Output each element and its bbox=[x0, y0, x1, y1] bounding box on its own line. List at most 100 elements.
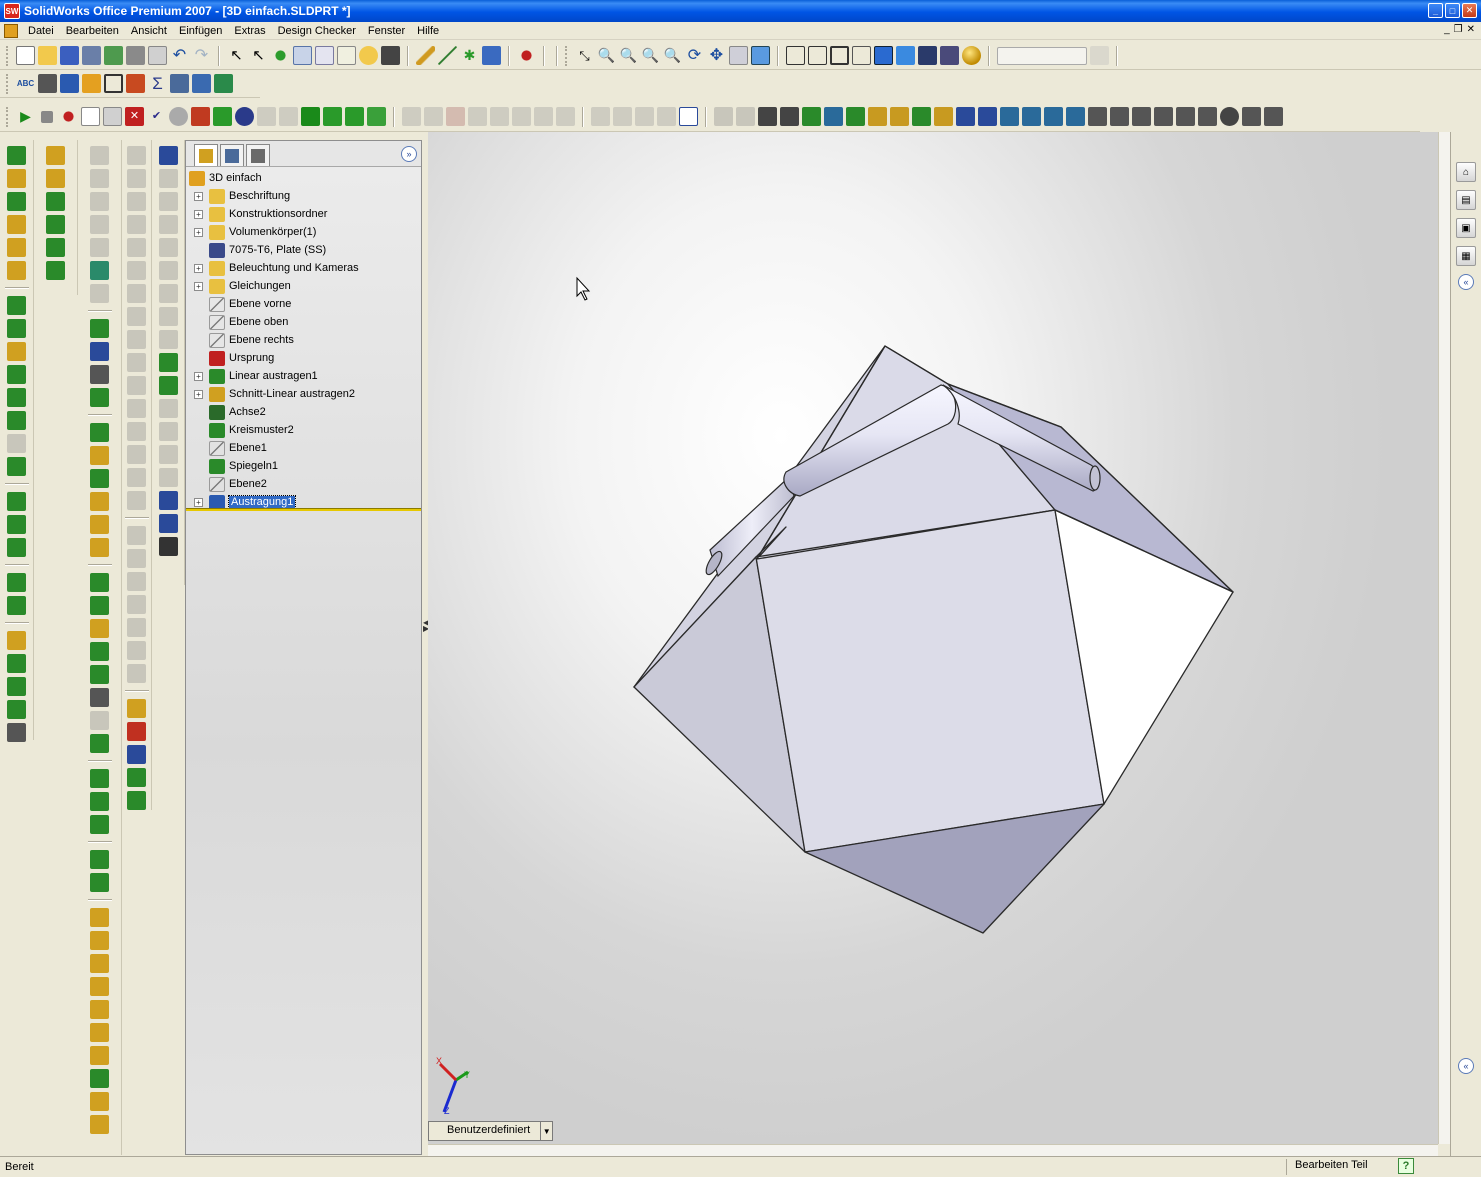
expand-plus-icon[interactable]: + bbox=[194, 263, 203, 273]
section-properties-icon[interactable] bbox=[82, 74, 101, 93]
draft-2-icon[interactable] bbox=[90, 734, 109, 753]
rotate-view-icon[interactable]: ⟳ bbox=[685, 46, 704, 65]
file-explorer-icon[interactable]: ▣ bbox=[1456, 218, 1476, 238]
tree-root[interactable]: 3D einfach bbox=[186, 169, 421, 187]
fillet-2-icon[interactable] bbox=[90, 665, 109, 684]
solidworks-resources-icon[interactable]: ⌂ bbox=[1456, 162, 1476, 182]
linear-pattern-icon[interactable] bbox=[7, 492, 26, 511]
doc-restore-icon[interactable]: ❐ bbox=[1454, 24, 1463, 35]
filter-solid-body-icon[interactable] bbox=[1220, 107, 1239, 126]
extrude-boss-2-icon[interactable] bbox=[90, 423, 109, 442]
tree-item[interactable]: Ebene2 bbox=[186, 475, 421, 493]
extrude-cut-2-icon[interactable] bbox=[90, 573, 109, 592]
filter-vertices-icon[interactable] bbox=[802, 107, 821, 126]
tree-item[interactable]: + Volumenkörper(1) bbox=[186, 223, 421, 241]
surface-tool-icon[interactable] bbox=[90, 954, 109, 973]
menu-bearbeiten[interactable]: Bearbeiten bbox=[60, 25, 125, 37]
extrude-flyout-icon[interactable] bbox=[90, 319, 109, 338]
filter-surface-finish-icon[interactable] bbox=[1088, 107, 1107, 126]
sketch-circle-icon[interactable] bbox=[46, 238, 65, 257]
sweep-cut-icon[interactable] bbox=[7, 342, 26, 361]
menu-extras[interactable]: Extras bbox=[228, 25, 271, 37]
filter-planes-icon[interactable] bbox=[890, 107, 909, 126]
save-icon[interactable] bbox=[60, 46, 79, 65]
point-tool-icon[interactable]: ✱ bbox=[460, 46, 479, 65]
chamfer-icon[interactable] bbox=[7, 411, 26, 430]
tree-item[interactable]: Ebene vorne bbox=[186, 295, 421, 313]
surface-tool-icon[interactable] bbox=[90, 1115, 109, 1134]
collapse-task-pane-icon[interactable]: « bbox=[1458, 274, 1474, 290]
minimize-icon[interactable]: _ bbox=[1428, 3, 1443, 18]
draft-quality-icon[interactable] bbox=[852, 46, 871, 65]
spell-check-icon[interactable]: ABC bbox=[16, 74, 35, 93]
statistics-icon[interactable] bbox=[126, 74, 145, 93]
macro-disabled-icon[interactable] bbox=[279, 107, 298, 126]
filter-icon[interactable] bbox=[780, 107, 799, 126]
rollback-bar[interactable] bbox=[186, 508, 421, 511]
wireframe-icon[interactable] bbox=[786, 46, 805, 65]
document-icon[interactable] bbox=[4, 23, 18, 38]
stop-macro-icon[interactable] bbox=[41, 110, 53, 123]
revolve-boss-2-icon[interactable] bbox=[90, 446, 109, 465]
surface-tool-icon[interactable] bbox=[90, 1023, 109, 1042]
play-macro-icon[interactable]: ▶ bbox=[16, 107, 35, 126]
thicken-icon[interactable] bbox=[7, 238, 26, 257]
extrude-cut-icon[interactable] bbox=[7, 296, 26, 315]
camera-icon[interactable] bbox=[381, 46, 400, 65]
tree-item[interactable]: Ebene rechts bbox=[186, 331, 421, 349]
macro-run-icon[interactable] bbox=[213, 107, 232, 126]
make-drawing-icon[interactable] bbox=[104, 46, 123, 65]
curves-icon[interactable] bbox=[7, 596, 26, 615]
filter-gtol-icon[interactable] bbox=[1022, 107, 1041, 126]
zoom-in-out-icon[interactable]: 🔍 bbox=[641, 46, 660, 65]
sketch-rectangle-icon[interactable] bbox=[46, 169, 65, 188]
surface-tool-icon[interactable] bbox=[90, 1069, 109, 1088]
view-orientation-dropdown[interactable]: Benutzerdefiniert ▼ bbox=[428, 1121, 554, 1141]
circular-pattern-2-icon[interactable] bbox=[90, 792, 109, 811]
macro-options-icon[interactable] bbox=[169, 107, 188, 126]
help-icon[interactable]: ? bbox=[1398, 1158, 1414, 1174]
filter-points-icon[interactable] bbox=[934, 107, 953, 126]
filter-notes-icon[interactable] bbox=[1000, 107, 1019, 126]
graphics-area[interactable]: X Y Z Benutzerdefiniert ▼ bbox=[428, 132, 1438, 1144]
sketch-icon[interactable] bbox=[482, 46, 501, 65]
model-view[interactable]: X Y Z bbox=[428, 132, 1438, 1144]
open-folder-icon[interactable] bbox=[38, 46, 57, 65]
toolbar-grip[interactable] bbox=[6, 45, 10, 66]
new-macro-icon[interactable] bbox=[81, 107, 100, 126]
shadows-icon[interactable] bbox=[918, 46, 937, 65]
properties-icon[interactable] bbox=[337, 46, 356, 65]
expand-plus-icon[interactable]: + bbox=[194, 371, 203, 381]
expand-plus-icon[interactable]: + bbox=[194, 497, 203, 507]
reference-geometry-2-icon[interactable] bbox=[90, 850, 109, 869]
tree-item[interactable]: Ursprung bbox=[186, 349, 421, 367]
equations-tool-icon[interactable]: Σ bbox=[148, 74, 167, 93]
sweep-boss-icon[interactable] bbox=[7, 192, 26, 211]
extrude-boss-icon[interactable] bbox=[7, 146, 26, 165]
expand-plus-icon[interactable]: + bbox=[194, 389, 203, 399]
model-face-front[interactable] bbox=[755, 509, 1105, 853]
smart-dimension-flyout-icon[interactable] bbox=[90, 365, 109, 384]
tree-item[interactable]: + Beleuchtung und Kameras bbox=[186, 259, 421, 277]
tree-item[interactable]: Kreismuster2 bbox=[186, 421, 421, 439]
shell-icon[interactable] bbox=[7, 434, 26, 453]
standard-views-icon[interactable] bbox=[751, 46, 770, 65]
mold-parting-icon[interactable] bbox=[158, 353, 178, 372]
revolve-cut-2-icon[interactable] bbox=[90, 596, 109, 615]
feature-manager-tab[interactable] bbox=[194, 144, 218, 166]
axis-tool-icon[interactable] bbox=[438, 46, 457, 65]
custom-macro-icon[interactable]: ✔ bbox=[147, 107, 166, 126]
chevron-down-icon[interactable]: ▼ bbox=[540, 1122, 552, 1140]
tube-end-right[interactable] bbox=[1089, 465, 1101, 491]
shaded-with-edges-icon[interactable] bbox=[874, 46, 893, 65]
macro-disabled-icon[interactable] bbox=[257, 107, 276, 126]
tree-item[interactable]: + Gleichungen bbox=[186, 277, 421, 295]
window-layout-icon[interactable] bbox=[315, 46, 334, 65]
tree-item[interactable]: 7075-T6, Plate (SS) bbox=[186, 241, 421, 259]
filter-faces-icon[interactable] bbox=[846, 107, 865, 126]
select-filter-icon[interactable]: ↖ bbox=[249, 46, 268, 65]
tree-item[interactable]: + Schnitt-Linear austragen2 bbox=[186, 385, 421, 403]
axis-vertical-icon[interactable] bbox=[7, 654, 26, 673]
expand-plus-icon[interactable]: + bbox=[194, 209, 203, 219]
loft-boss-2-icon[interactable] bbox=[90, 492, 109, 511]
